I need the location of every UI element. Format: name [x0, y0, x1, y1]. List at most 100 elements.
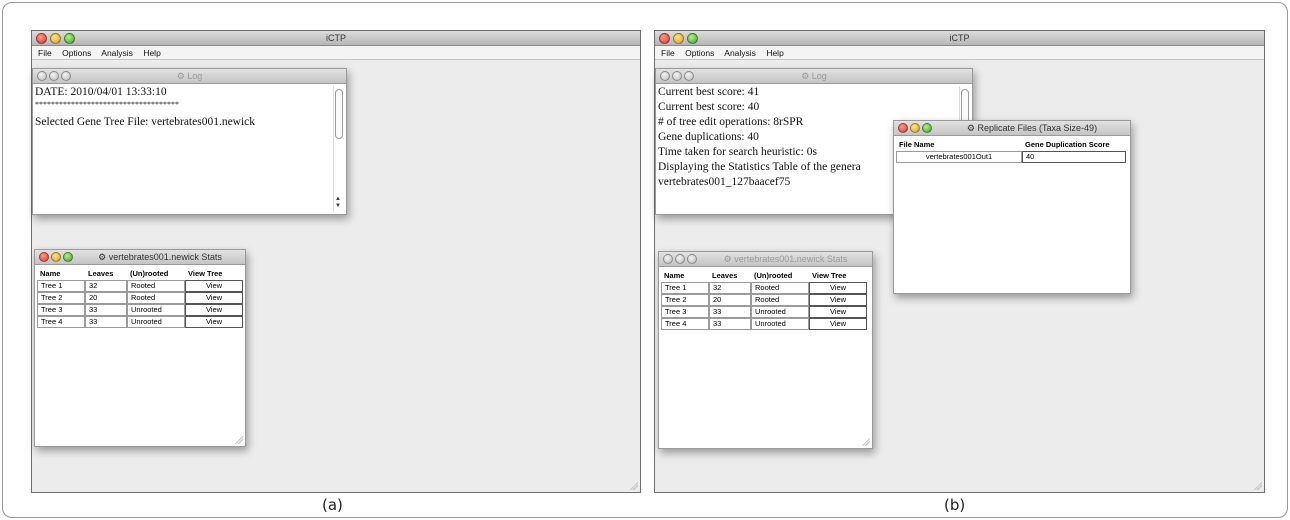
cell-name[interactable]: Tree 3: [661, 306, 709, 318]
col-header-file-name[interactable]: File Name: [896, 137, 1022, 151]
cell-rooted[interactable]: Unrooted: [751, 306, 809, 318]
view-button[interactable]: View: [185, 280, 243, 292]
cell-rooted[interactable]: Rooted: [751, 294, 809, 306]
cell-file-name[interactable]: vertebrates001Out1: [896, 151, 1022, 163]
stats-title: vertebrates001.newick Stats: [734, 254, 848, 264]
cell-leaves[interactable]: 20: [85, 292, 127, 304]
zoom-button[interactable]: [61, 71, 71, 81]
menu-analysis[interactable]: Analysis: [101, 48, 133, 58]
resize-grip-icon[interactable]: [235, 436, 243, 444]
menu-options[interactable]: Options: [685, 48, 714, 58]
cell-leaves[interactable]: 33: [709, 306, 751, 318]
col-header-leaves[interactable]: Leaves: [85, 266, 127, 280]
menu-file[interactable]: File: [38, 48, 52, 58]
table-row[interactable]: Tree 2 20 Rooted View: [37, 292, 243, 304]
cell-leaves[interactable]: 32: [709, 282, 751, 294]
menu-help[interactable]: Help: [143, 48, 160, 58]
cell-leaves[interactable]: 32: [85, 280, 127, 292]
close-button[interactable]: [37, 71, 47, 81]
resize-grip-icon[interactable]: [630, 482, 638, 490]
cell-name[interactable]: Tree 4: [661, 318, 709, 330]
cell-name[interactable]: Tree 2: [37, 292, 85, 304]
stats-window: ⚙ vertebrates001.newick Stats Name Leave…: [658, 251, 873, 449]
cell-leaves[interactable]: 33: [709, 318, 751, 330]
minimize-button[interactable]: [675, 254, 685, 264]
app-titlebar[interactable]: iCTP: [32, 31, 640, 46]
minimize-button[interactable]: [49, 71, 59, 81]
cell-gene-dup-score[interactable]: 40: [1022, 151, 1126, 163]
table-row[interactable]: Tree 2 20 Rooted View: [661, 294, 867, 306]
view-button[interactable]: View: [185, 292, 243, 304]
col-header-view-tree[interactable]: View Tree: [185, 266, 243, 280]
menu-help[interactable]: Help: [766, 48, 783, 58]
log-text-area[interactable]: DATE: 2010/04/01 13:33:10 ***************…: [35, 85, 330, 130]
view-button[interactable]: View: [185, 304, 243, 316]
cell-rooted[interactable]: Rooted: [127, 280, 185, 292]
log-titlebar[interactable]: ⚙ Log: [656, 69, 972, 84]
table-row[interactable]: Tree 1 32 Rooted View: [661, 282, 867, 294]
stats-titlebar[interactable]: ⚙ vertebrates001.newick Stats: [659, 252, 872, 267]
minimize-button[interactable]: [50, 33, 61, 44]
menu-bar: File Options Analysis Help: [655, 46, 1264, 60]
zoom-button[interactable]: [63, 252, 73, 262]
menu-options[interactable]: Options: [62, 48, 91, 58]
cell-name[interactable]: Tree 1: [37, 280, 85, 292]
minimize-button[interactable]: [51, 252, 61, 262]
view-button[interactable]: View: [809, 306, 867, 318]
menu-file[interactable]: File: [661, 48, 675, 58]
cell-name[interactable]: Tree 4: [37, 316, 85, 328]
col-header-rooted[interactable]: (Un)rooted: [751, 268, 809, 282]
close-button[interactable]: [39, 252, 49, 262]
scroll-arrows-icon[interactable]: ▲ ▼: [335, 196, 341, 210]
view-button[interactable]: View: [809, 282, 867, 294]
table-row[interactable]: vertebrates001Out1 40: [896, 151, 1126, 163]
zoom-button[interactable]: [922, 123, 932, 133]
cell-leaves[interactable]: 33: [85, 316, 127, 328]
menu-analysis[interactable]: Analysis: [724, 48, 756, 58]
close-button[interactable]: [659, 33, 670, 44]
view-button[interactable]: View: [185, 316, 243, 328]
view-button[interactable]: View: [809, 318, 867, 330]
zoom-button[interactable]: [684, 71, 694, 81]
col-header-leaves[interactable]: Leaves: [709, 268, 751, 282]
table-row[interactable]: Tree 3 33 Unrooted View: [661, 306, 867, 318]
col-header-rooted[interactable]: (Un)rooted: [127, 266, 185, 280]
cell-rooted[interactable]: Unrooted: [127, 316, 185, 328]
table-row[interactable]: Tree 4 33 Unrooted View: [37, 316, 243, 328]
log-titlebar[interactable]: ⚙ Log: [33, 69, 346, 84]
cell-leaves[interactable]: 33: [85, 304, 127, 316]
col-header-name[interactable]: Name: [37, 266, 85, 280]
minimize-button[interactable]: [672, 71, 682, 81]
zoom-button[interactable]: [64, 33, 75, 44]
minimize-button[interactable]: [673, 33, 684, 44]
cell-rooted[interactable]: Unrooted: [751, 318, 809, 330]
col-header-name[interactable]: Name: [661, 268, 709, 282]
close-button[interactable]: [36, 33, 47, 44]
cell-rooted[interactable]: Unrooted: [127, 304, 185, 316]
col-header-view-tree[interactable]: View Tree: [809, 268, 867, 282]
table-row[interactable]: Tree 3 33 Unrooted View: [37, 304, 243, 316]
cell-name[interactable]: Tree 3: [37, 304, 85, 316]
col-header-gene-dup-score[interactable]: Gene Duplication Score: [1022, 137, 1126, 151]
minimize-button[interactable]: [910, 123, 920, 133]
view-button[interactable]: View: [809, 294, 867, 306]
log-scrollbar[interactable]: ▲ ▼: [333, 86, 344, 212]
cell-leaves[interactable]: 20: [709, 294, 751, 306]
zoom-button[interactable]: [687, 254, 697, 264]
cell-name[interactable]: Tree 2: [661, 294, 709, 306]
cell-rooted[interactable]: Rooted: [127, 292, 185, 304]
close-button[interactable]: [663, 254, 673, 264]
zoom-button[interactable]: [687, 33, 698, 44]
table-row[interactable]: Tree 1 32 Rooted View: [37, 280, 243, 292]
stats-titlebar[interactable]: ⚙ vertebrates001.newick Stats: [35, 250, 245, 265]
resize-grip-icon[interactable]: [1254, 482, 1262, 490]
cell-rooted[interactable]: Rooted: [751, 282, 809, 294]
app-titlebar[interactable]: iCTP: [655, 31, 1264, 46]
cell-name[interactable]: Tree 1: [661, 282, 709, 294]
scroll-thumb[interactable]: [335, 89, 343, 139]
close-button[interactable]: [660, 71, 670, 81]
replicate-titlebar[interactable]: ⚙ Replicate Files (Taxa Size-49): [894, 121, 1130, 136]
resize-grip-icon[interactable]: [862, 438, 870, 446]
close-button[interactable]: [898, 123, 908, 133]
table-row[interactable]: Tree 4 33 Unrooted View: [661, 318, 867, 330]
